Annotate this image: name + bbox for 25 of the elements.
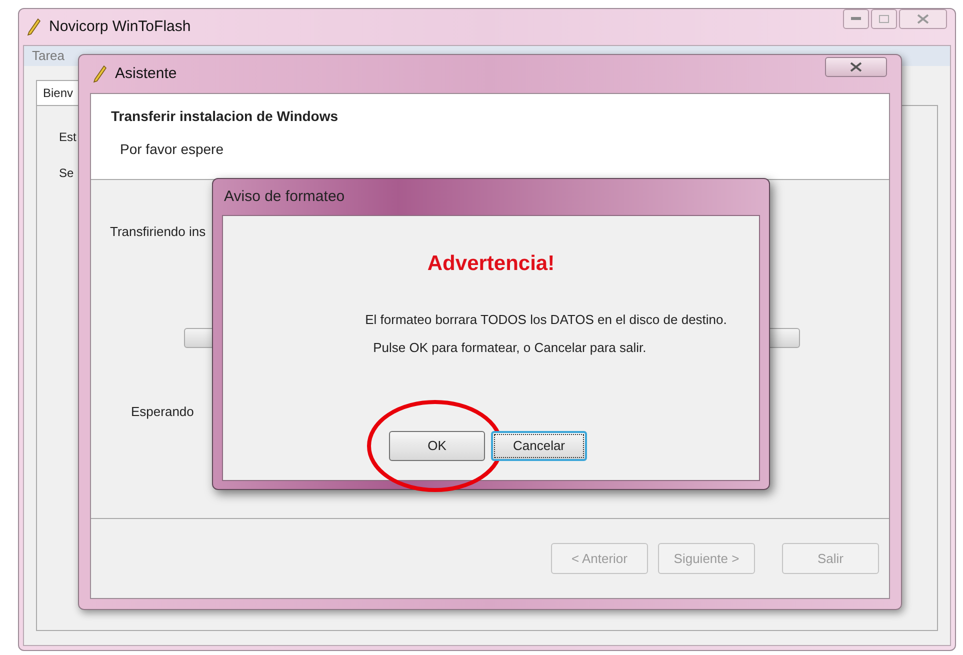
- warning-message: El formateo borrara TODOS los DATOS en el disco de destino.: [365, 310, 727, 328]
- minimize-icon: [851, 17, 861, 21]
- dialog-button[interactable]: OK: [389, 431, 485, 461]
- minimize-button[interactable]: [843, 9, 869, 29]
- status-text: Transfiriendo ins: [110, 224, 206, 239]
- window-title: Novicorp WinToFlash: [49, 16, 191, 37]
- tab[interactable]: Bienv: [36, 80, 80, 105]
- dialog-title: Asistente: [115, 64, 177, 84]
- maximize-button[interactable]: [871, 9, 897, 29]
- close-button[interactable]: [825, 57, 887, 77]
- dialog-title: Aviso de formateo: [224, 186, 345, 207]
- body-text: Est: [59, 129, 76, 146]
- body-text: Se: [59, 165, 74, 182]
- close-icon: [850, 62, 862, 72]
- pencil-icon: [93, 65, 107, 83]
- pencil-icon: [27, 18, 41, 36]
- maximize-icon: [879, 15, 889, 23]
- waiting-text: Esperando: [131, 403, 194, 421]
- header-title: Transferir instalacion de Windows: [111, 107, 340, 126]
- header-subtitle: Por favor espere: [119, 140, 224, 159]
- menu-item[interactable]: Tarea: [32, 46, 65, 66]
- warning-heading: Advertencia!: [427, 251, 555, 277]
- dialog-button[interactable]: Cancelar: [491, 431, 587, 461]
- close-icon: [917, 14, 929, 24]
- warning-message: Pulse OK para formatear, o Cancelar para salir.: [372, 339, 648, 357]
